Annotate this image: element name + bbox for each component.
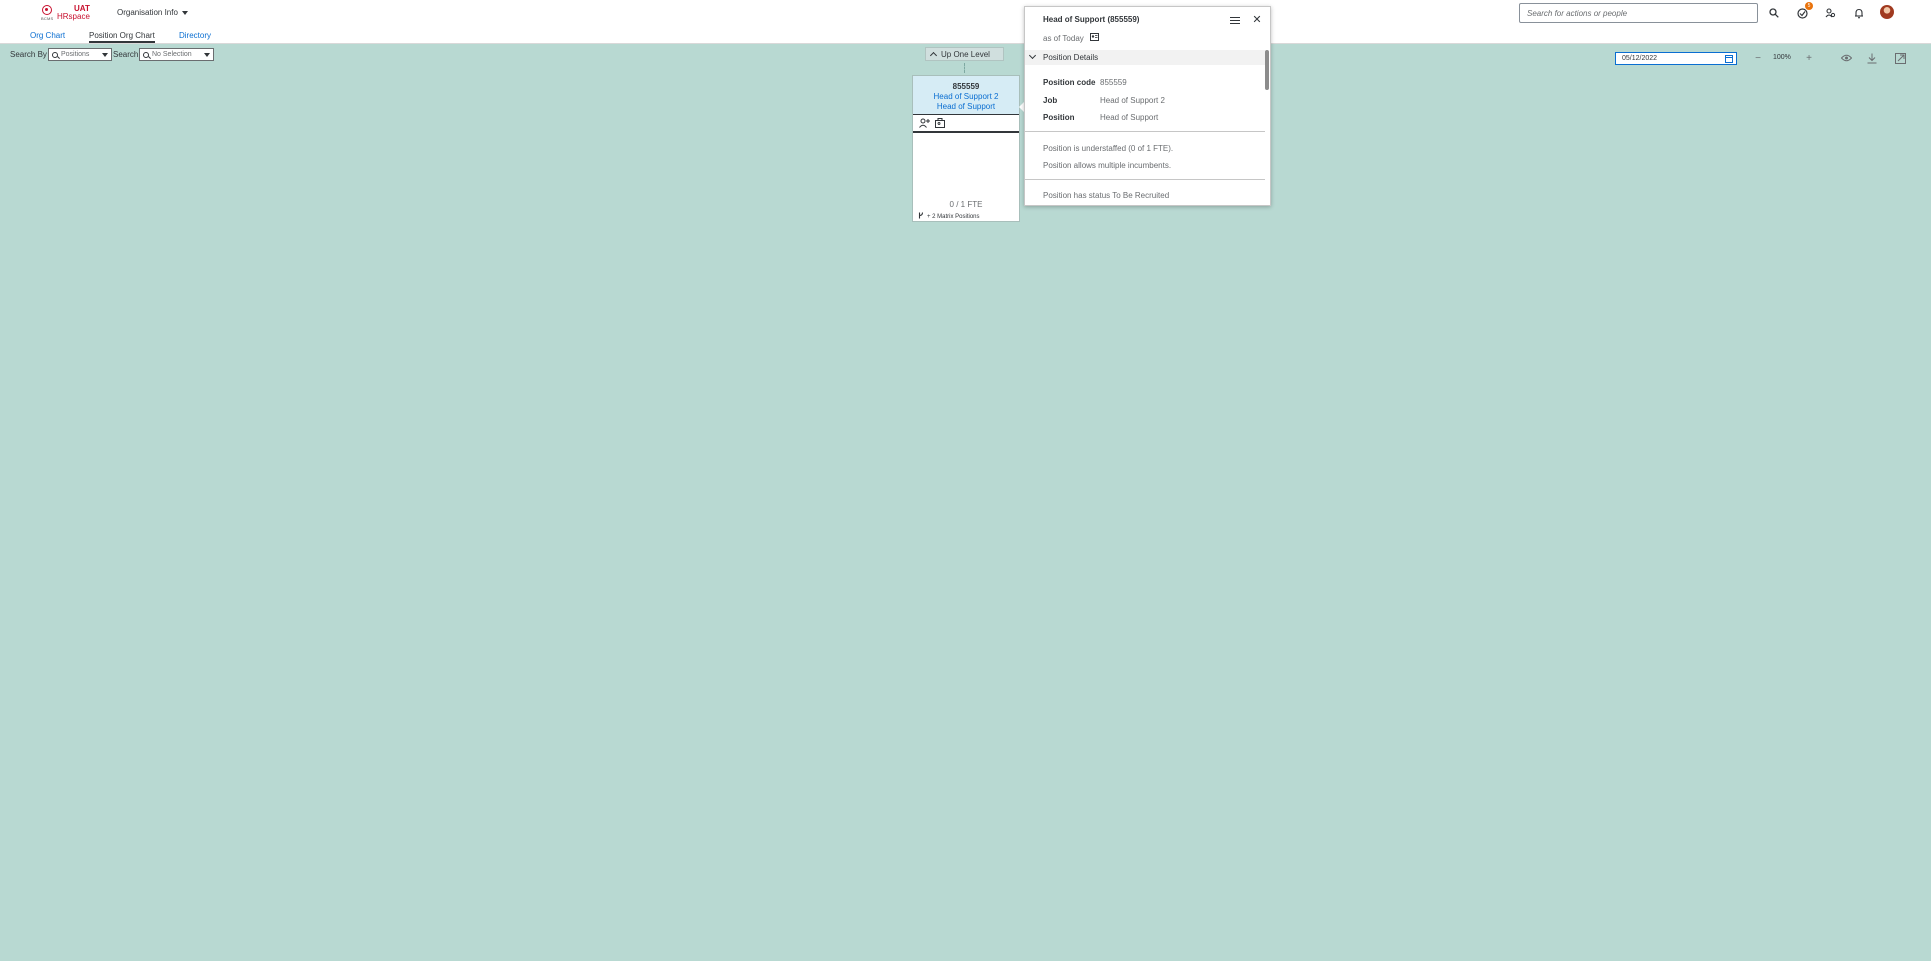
chevron-down-icon	[1028, 51, 1037, 60]
search-select[interactable]: No Selection	[139, 48, 214, 61]
scrollbar[interactable]	[1265, 50, 1269, 90]
position-card-header[interactable]: 855559 Head of Support 2 Head of Support	[913, 76, 1019, 114]
search-icon	[143, 51, 149, 58]
branch-icon	[918, 212, 924, 221]
quickcard-subtitle: as of Today	[1043, 33, 1099, 43]
app-menu-label: Organisation Info	[117, 8, 178, 17]
zoom-out-icon[interactable]: −	[1752, 52, 1764, 64]
matrix-positions-link[interactable]: + 2 Matrix Positions	[918, 212, 980, 221]
search-by-label: Search By	[10, 50, 47, 59]
position-card-icon[interactable]	[1089, 33, 1099, 43]
position-quickcard: Head of Support (855559) as of Today ✕ P…	[1024, 6, 1271, 206]
position-name: Head of Support	[936, 102, 996, 111]
bell-icon[interactable]	[1851, 5, 1867, 21]
matrix-positions-label: + 2 Matrix Positions	[927, 213, 980, 220]
date-picker-input[interactable]: 05/12/2022	[1615, 52, 1737, 65]
up-one-level-label: Up One Level	[941, 49, 990, 59]
caret-down-icon	[102, 53, 108, 57]
notification-badge: 5	[1805, 2, 1813, 10]
detail-label: Position code	[1043, 78, 1096, 87]
divider	[1025, 131, 1265, 132]
logo-hrspace-text: HRspace	[57, 12, 90, 21]
seal-icon	[42, 5, 52, 15]
detail-value: Head of Support	[1100, 113, 1159, 122]
detail-value: Head of Support 2	[1100, 96, 1165, 105]
eye-icon[interactable]	[1840, 52, 1852, 64]
search-by-select[interactable]: Positions	[48, 48, 112, 61]
zoom-level: 100%	[1773, 54, 1791, 61]
tab-bar: Org Chart Position Org Chart Directory	[0, 27, 1931, 44]
position-job: Head of Support 2	[933, 92, 999, 101]
caret-down-icon	[181, 10, 188, 15]
detail-label: Job	[1043, 96, 1058, 105]
menu-icon[interactable]	[1229, 15, 1241, 27]
fte-status: 0 / 1 FTE	[949, 200, 983, 209]
tab-directory[interactable]: Directory	[179, 31, 211, 40]
up-one-level-button[interactable]: Up One Level	[925, 47, 1004, 61]
zoom-in-icon[interactable]: +	[1803, 52, 1815, 64]
as-of-label: as of Today	[1043, 33, 1084, 43]
search-by-value: Positions	[61, 51, 90, 58]
fullscreen-icon[interactable]	[1894, 52, 1906, 64]
people-search-icon[interactable]	[1822, 5, 1838, 21]
detail-label: Position	[1043, 113, 1075, 122]
staffing-note: Position is understaffed (0 of 1 FTE).	[1043, 144, 1174, 153]
chevron-up-icon	[929, 51, 938, 60]
app-menu-button[interactable]: Organisation Info	[117, 8, 188, 17]
search-icon[interactable]	[1766, 5, 1782, 21]
detail-value: 855559	[1100, 78, 1127, 87]
section-title: Position Details	[1043, 53, 1099, 62]
status-note: Position has status To Be Recruited	[1043, 191, 1170, 200]
incumbents-note: Position allows multiple incumbents.	[1043, 161, 1172, 170]
date-value: 05/12/2022	[1622, 55, 1658, 62]
divider	[1025, 179, 1265, 180]
todo-icon[interactable]: 5	[1794, 2, 1813, 21]
company-logo[interactable]: BCMS UAT HRspace	[40, 4, 95, 22]
user-avatar[interactable]	[1880, 5, 1894, 19]
search-icon	[52, 51, 58, 58]
position-details-section-header[interactable]: Position Details	[1025, 50, 1265, 65]
add-person-icon[interactable]	[918, 117, 930, 129]
tab-position-org-chart[interactable]: Position Org Chart	[89, 31, 155, 43]
position-details-icon[interactable]	[934, 117, 946, 129]
card-toolbar	[913, 114, 1019, 133]
position-code: 855559	[952, 82, 980, 91]
shell-bar: BCMS UAT HRspace Organisation Info Searc…	[0, 0, 1931, 27]
quickcard-title: Head of Support (855559)	[1043, 15, 1140, 24]
connector-line	[964, 63, 965, 73]
download-icon[interactable]	[1866, 52, 1878, 64]
close-icon[interactable]: ✕	[1251, 14, 1263, 26]
caret-down-icon	[204, 53, 210, 57]
search-label: Search	[113, 50, 139, 59]
search-value: No Selection	[152, 51, 192, 58]
tab-org-chart[interactable]: Org Chart	[30, 31, 65, 40]
calendar-icon[interactable]	[1725, 55, 1733, 63]
position-card[interactable]: 855559 Head of Support 2 Head of Support…	[912, 75, 1020, 222]
logo-small-text: BCMS	[41, 16, 54, 21]
global-search-input[interactable]: Search for actions or people	[1519, 3, 1758, 23]
